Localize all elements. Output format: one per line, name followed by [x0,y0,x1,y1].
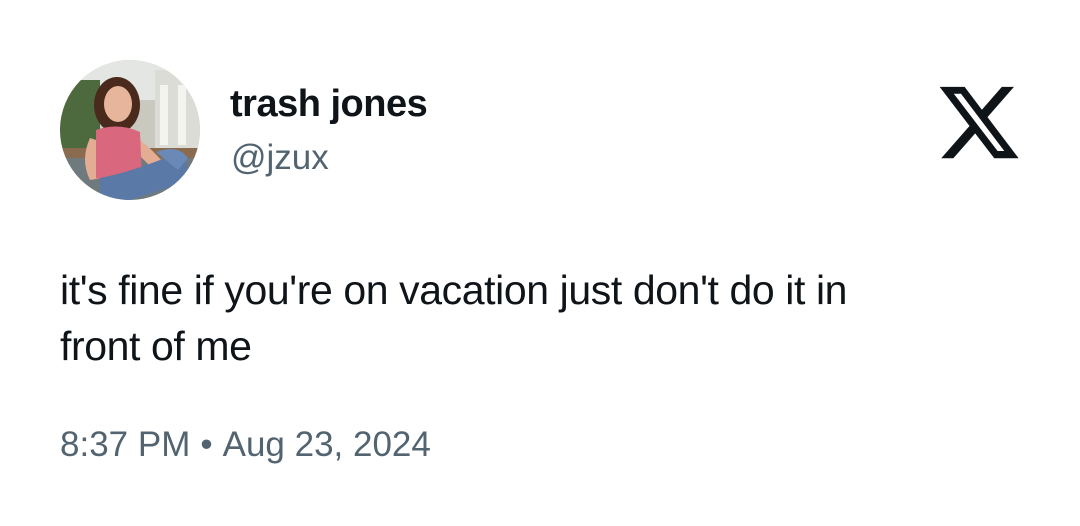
tweet-time: 8:37 PM [60,425,191,464]
username-handle[interactable]: @jzux [231,136,329,180]
display-name[interactable]: trash jones [230,82,428,126]
tweet-timestamp[interactable]: 8:37 PM • Aug 23, 2024 [60,422,431,468]
tweet-date: Aug 23, 2024 [222,425,431,464]
tweet-text: it's fine if you're on vacation just don… [60,262,1000,374]
profile-photo [60,60,200,200]
avatar[interactable] [60,60,200,200]
tweet-text-line: it's fine if you're on vacation just don… [60,267,848,313]
tweet-text-line: front of me [60,323,252,369]
separator-dot: • [200,425,213,464]
x-logo-icon[interactable] [935,86,1023,172]
